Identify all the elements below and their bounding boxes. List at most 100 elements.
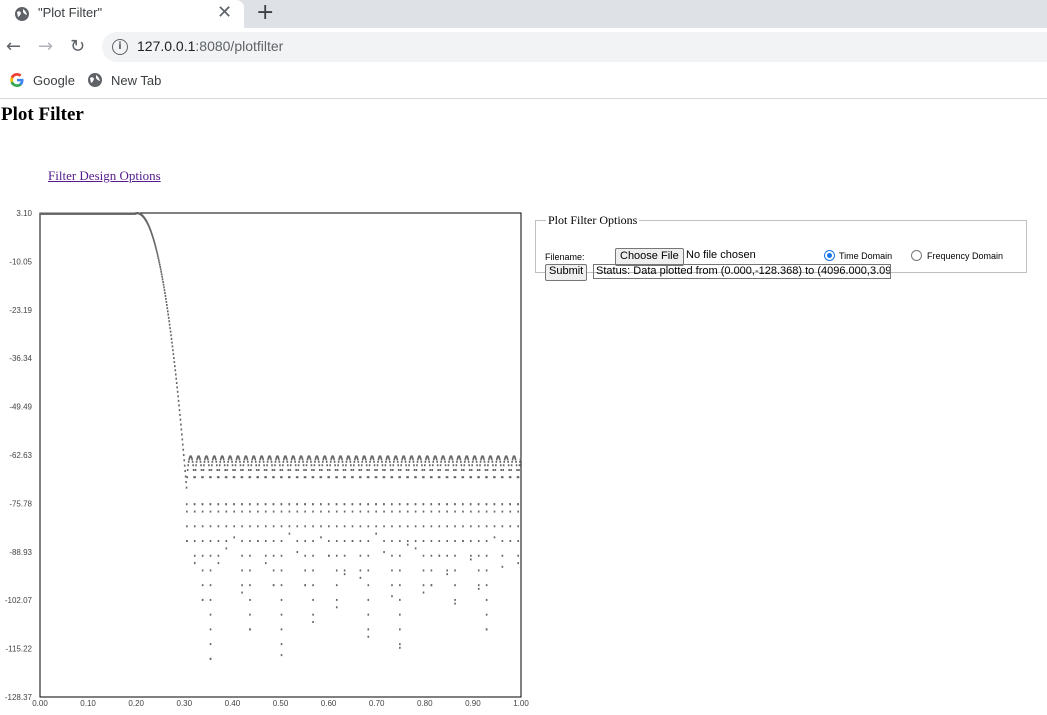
data-point [368, 464, 371, 467]
null-point [217, 525, 220, 528]
data-point [444, 464, 447, 467]
data-point [494, 476, 496, 479]
data-point [174, 365, 176, 368]
data-point [520, 456, 522, 459]
y-tick-label: -88.93 [9, 548, 32, 557]
null-point [422, 569, 425, 572]
data-point [178, 404, 180, 407]
bookmark-new-tab[interactable]: New Tab [87, 72, 161, 88]
data-point [234, 464, 237, 467]
null-point [280, 554, 283, 557]
data-point [256, 503, 259, 506]
page-title: Plot Filter [1, 104, 84, 125]
null-point [296, 540, 299, 543]
data-point [428, 460, 431, 463]
null-point [367, 584, 370, 587]
null-point [391, 569, 393, 572]
null-point [304, 584, 306, 587]
null-point [485, 628, 488, 631]
data-point [342, 469, 345, 472]
data-point [207, 458, 209, 461]
data-point [264, 503, 267, 506]
data-point [250, 460, 253, 463]
data-point [173, 361, 176, 364]
address-bar[interactable]: i 127.0.0.1:8080/plotfilter [102, 32, 1047, 62]
bookmark-google[interactable]: Google [9, 72, 75, 88]
data-point [160, 273, 163, 276]
frequency-domain-radio[interactable] [911, 250, 922, 261]
status-field[interactable]: Status: Data plotted from (0.000,-128.36… [593, 264, 891, 279]
data-point [226, 464, 229, 467]
x-tick-label: 0.40 [225, 699, 241, 708]
data-point [372, 458, 375, 461]
data-point [416, 460, 419, 463]
null-point [241, 569, 243, 572]
data-point [255, 469, 258, 472]
null-point [359, 525, 362, 528]
data-point [242, 464, 245, 467]
filter-design-options-link[interactable]: Filter Design Options [48, 168, 161, 184]
data-point [170, 337, 173, 340]
data-point [313, 464, 316, 467]
data-point [365, 464, 368, 467]
null-point [485, 525, 488, 528]
submit-button[interactable]: Submit [545, 264, 588, 281]
new-tab-icon[interactable]: + [256, 0, 274, 25]
reload-icon[interactable]: ↻ [70, 36, 85, 57]
null-point [217, 540, 220, 543]
data-point [361, 460, 364, 463]
data-point [337, 460, 340, 463]
data-point [517, 476, 520, 479]
data-point [360, 469, 363, 472]
data-point [373, 464, 376, 467]
null-point [399, 569, 401, 572]
data-point [294, 464, 297, 467]
null-point [186, 540, 188, 543]
browser-toolbar: ← → ↻ i 127.0.0.1:8080/plotfilter [0, 28, 1047, 66]
back-icon[interactable]: ← [6, 36, 21, 57]
x-tick-label: 0.20 [128, 699, 144, 708]
null-point [422, 591, 425, 594]
time-domain-radio[interactable] [824, 250, 835, 261]
data-point [172, 353, 175, 356]
data-point [475, 460, 478, 463]
data-point [265, 476, 267, 479]
data-point [168, 320, 170, 323]
browser-tab[interactable]: "Plot Filter" ✕ [0, 0, 244, 28]
data-point [455, 464, 458, 467]
data-point [202, 476, 204, 479]
null-point [383, 510, 385, 513]
data-point [238, 458, 241, 461]
data-point [239, 460, 241, 463]
data-point [266, 460, 269, 463]
data-point [423, 469, 426, 472]
data-point [385, 460, 387, 463]
data-point [321, 460, 324, 463]
null-point [422, 540, 425, 543]
null-point [201, 554, 204, 557]
forward-icon[interactable]: → [38, 36, 53, 57]
info-icon[interactable]: i [112, 39, 128, 55]
data-point [475, 458, 477, 461]
null-point [343, 510, 346, 513]
null-point [446, 569, 448, 572]
null-point [430, 540, 433, 543]
data-point [219, 460, 222, 463]
null-point [470, 510, 472, 513]
data-point [243, 460, 245, 463]
null-point [367, 510, 370, 513]
data-point [400, 460, 403, 463]
null-point [335, 606, 338, 609]
null-point [509, 525, 512, 528]
data-point [478, 469, 481, 472]
null-point [501, 554, 504, 557]
data-point [413, 469, 416, 472]
data-point [460, 460, 462, 463]
data-point [351, 503, 354, 506]
null-point [209, 584, 212, 587]
data-point [241, 503, 243, 506]
data-point [467, 460, 470, 463]
close-tab-icon[interactable]: ✕ [217, 2, 232, 23]
data-point [210, 469, 213, 472]
data-point [305, 469, 307, 472]
